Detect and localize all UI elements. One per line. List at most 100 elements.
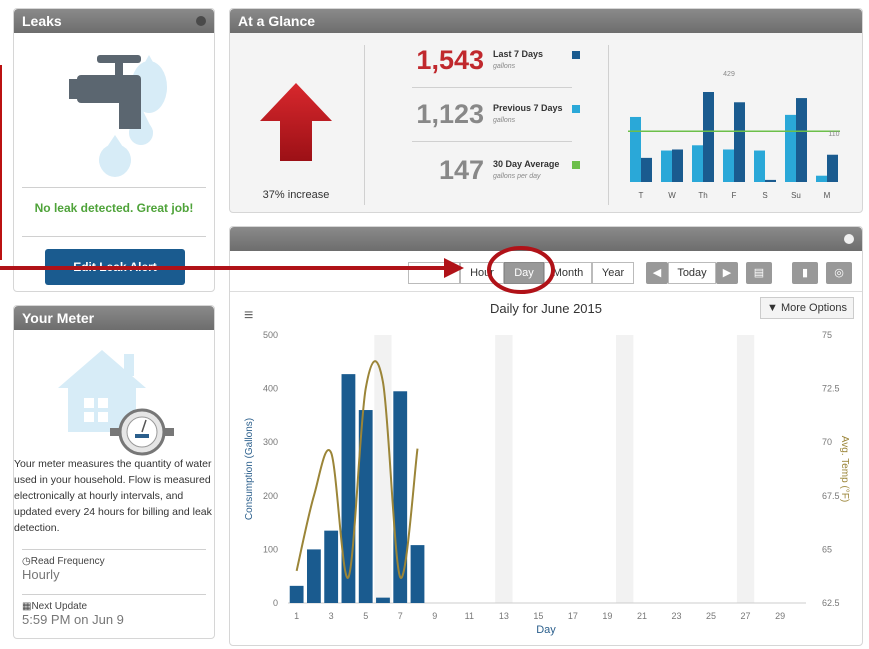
- leak-status-text: No leak detected. Great job!: [34, 201, 194, 215]
- bar-previous-week: [816, 175, 827, 182]
- clock-icon: ◷: [22, 556, 31, 567]
- legend-swatch: [572, 51, 580, 59]
- consumption-bar: [376, 597, 390, 603]
- x-tick-label: W: [668, 191, 676, 200]
- y-tick-label: 200: [263, 491, 278, 501]
- read-frequency-value: Hourly: [22, 567, 60, 582]
- stats-list: 1,543 Last 7 Days gallons 1,123 Previous…: [400, 43, 580, 193]
- x-tick-label: 11: [465, 611, 474, 621]
- glance-title: At a Glance: [230, 9, 862, 33]
- x-tick-label: 1: [294, 611, 299, 621]
- weekend-band: [616, 335, 634, 603]
- stat-label: 30 Day Average: [493, 159, 560, 169]
- x-tick-label: 7: [398, 611, 403, 621]
- table-view-icon[interactable]: ▤: [746, 262, 772, 284]
- x-tick-label: 13: [499, 611, 509, 621]
- leaks-panel: Leaks No leak detected. Great job! Edit …: [13, 8, 215, 292]
- consumption-panel-header: [230, 227, 862, 251]
- consumption-bar: [306, 549, 321, 603]
- meter-description: Your meter measures the quantity of wate…: [14, 458, 212, 534]
- house-meter-icon: [58, 350, 174, 456]
- divider: [22, 549, 206, 550]
- bar-last-week: [703, 92, 714, 182]
- next-update: ▦Next Update 5:59 PM on Jun 9: [22, 601, 124, 627]
- y2-tick-label: 75: [822, 330, 832, 340]
- day-button[interactable]: Day: [504, 262, 544, 284]
- x-tick-label: T: [639, 191, 644, 200]
- month-button[interactable]: Month: [544, 262, 592, 284]
- weekend-band: [374, 335, 392, 603]
- bar-previous-week: [661, 150, 672, 182]
- divider: [230, 291, 862, 292]
- divider: [22, 236, 206, 237]
- bar-previous-week: [630, 116, 641, 182]
- increase-text: 37% increase: [262, 189, 330, 201]
- y-tick-label: 100: [263, 544, 278, 554]
- weekly-comparison-chart: T W Th F S Su M 429 110: [628, 71, 840, 200]
- bar-previous-week: [723, 149, 734, 182]
- y2-tick-label: 62.5: [822, 598, 840, 608]
- bar-previous-week: [785, 114, 796, 182]
- weekend-band: [736, 335, 755, 603]
- x-tick-label: 27: [741, 611, 751, 621]
- previous-icon[interactable]: ◀: [646, 262, 668, 284]
- x-tick-label: S: [762, 191, 767, 200]
- x-tick-label: 21: [637, 611, 647, 621]
- stat-label: Previous 7 Days: [493, 103, 563, 113]
- divider: [412, 141, 572, 142]
- bar-previous-week: [754, 150, 765, 182]
- x-tick-label: 25: [706, 611, 716, 621]
- leaks-title: Leaks: [14, 9, 214, 33]
- consumption-bar: [393, 391, 408, 603]
- y2-axis-title: Avg. Temp (°F): [839, 436, 850, 502]
- at-a-glance-panel: At a Glance 37% increase 1,543 Last 7 Da…: [229, 8, 863, 213]
- y-tick-label: 0: [273, 598, 278, 608]
- meter-title: Your Meter: [14, 306, 214, 330]
- x-tick-label: 17: [568, 611, 578, 621]
- x-tick-label: Th: [698, 191, 707, 200]
- next-icon[interactable]: ▶: [716, 262, 738, 284]
- globe-icon[interactable]: ◎: [826, 262, 852, 284]
- stat-value: 1,543: [416, 45, 484, 75]
- y2-tick-label: 67.5: [822, 491, 840, 501]
- consumption-bar: [324, 530, 339, 603]
- year-button[interactable]: Year: [592, 262, 634, 284]
- bar-last-week: [827, 154, 838, 182]
- x-tick-label: 9: [432, 611, 437, 621]
- panel-toggle-icon[interactable]: [844, 234, 854, 244]
- x-tick-label: 3: [329, 611, 334, 621]
- read-frequency: ◷Read Frequency Hourly: [22, 556, 105, 582]
- stat-sub: gallons: [493, 63, 516, 70]
- legend-swatch: [572, 161, 580, 169]
- y2-tick-label: 72.5: [822, 384, 840, 394]
- x-tick-label: F: [732, 191, 737, 200]
- consumption-bar: [410, 545, 425, 603]
- chart-title: Daily for June 2015: [490, 301, 602, 316]
- consumption-panel: Hour Day Month Year ◀ Today ▶ ▤ ▮ ◎ ≡ ▼ …: [229, 226, 863, 646]
- x-tick-label: 23: [671, 611, 681, 621]
- bar-last-week: [734, 102, 745, 182]
- y2-tick-label: 70: [822, 437, 832, 447]
- divider: [412, 87, 572, 88]
- x-tick-label: 19: [602, 611, 612, 621]
- x-axis-title: Day: [536, 624, 556, 636]
- x-tick-label: M: [824, 191, 831, 200]
- consumption-bar: [341, 374, 356, 603]
- hour-button[interactable]: Hour: [460, 262, 504, 284]
- x-tick-label: 29: [775, 611, 785, 621]
- stat-sub: gallons: [493, 117, 516, 124]
- divider: [608, 45, 609, 205]
- y2-tick-label: 65: [822, 544, 832, 554]
- faucet-icon: [69, 55, 167, 177]
- panel-toggle-icon[interactable]: [196, 16, 206, 26]
- min-button-hidden: [408, 262, 460, 284]
- bar-last-week: [796, 98, 807, 182]
- divider: [22, 594, 206, 595]
- bar-chart-icon[interactable]: ▮: [792, 262, 818, 284]
- daily-consumption-chart: Daily for June 2015 0 100 200 300 400 500 62.5 6…: [244, 301, 850, 636]
- stat-sub: gallons per day: [493, 173, 541, 180]
- divider: [364, 45, 365, 205]
- edit-leak-alert-button[interactable]: Edit Leak Alert: [45, 249, 185, 285]
- average-label: 110: [828, 131, 839, 138]
- today-button[interactable]: Today: [668, 262, 716, 284]
